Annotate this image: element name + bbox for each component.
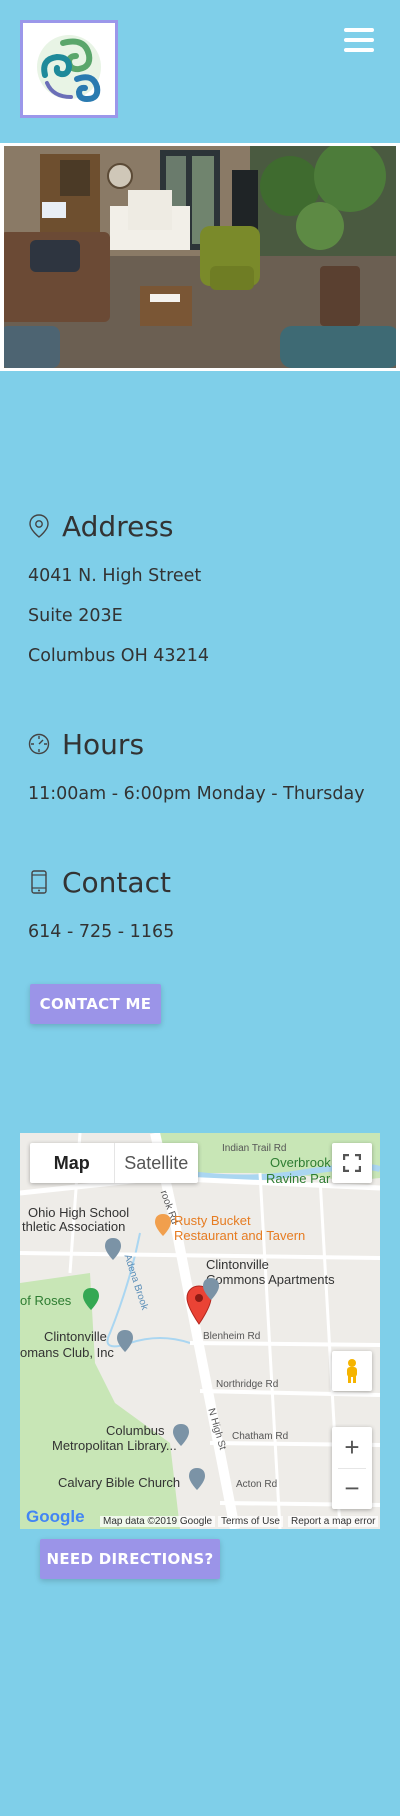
address-section: Address 4041 N. High Street Suite 203E C… — [28, 506, 209, 676]
church-pin-icon[interactable] — [188, 1467, 206, 1491]
contact-title: Contact — [62, 865, 171, 899]
map-label: Clintonville — [206, 1257, 269, 1272]
fullscreen-button[interactable] — [332, 1143, 372, 1183]
location-pin-icon — [29, 514, 49, 538]
address-line-3: Columbus OH 43214 — [28, 646, 209, 666]
photo-border-left — [0, 146, 4, 368]
zoom-in-button[interactable]: + — [332, 1428, 372, 1468]
poi-pin-icon[interactable] — [116, 1329, 134, 1353]
map-label: Chatham Rd — [232, 1431, 289, 1442]
street-view-pegman[interactable] — [332, 1351, 372, 1391]
clock-icon — [28, 733, 50, 755]
park-pin-icon[interactable] — [82, 1287, 100, 1311]
zoom-out-button[interactable]: − — [332, 1469, 372, 1509]
map-label: Northridge Rd — [216, 1379, 279, 1390]
map-label: Commons Apartments — [206, 1272, 335, 1287]
google-logo[interactable]: Google — [26, 1507, 85, 1527]
map-label: Ravine Par — [266, 1171, 331, 1186]
office-photo — [0, 143, 400, 371]
map-label: Acton Rd — [236, 1479, 278, 1490]
map-tab-map[interactable]: Map — [30, 1143, 114, 1183]
minus-icon: − — [344, 1473, 360, 1503]
map-label: Rusty Bucket — [174, 1213, 251, 1228]
address-line-2: Suite 203E — [28, 606, 123, 626]
mobile-phone-icon — [31, 870, 47, 894]
address-line-1: 4041 N. High Street — [28, 566, 202, 586]
fullscreen-icon — [343, 1154, 361, 1172]
map-label: Overbrook — [270, 1155, 331, 1170]
contact-me-button[interactable]: CONTACT ME — [30, 984, 161, 1024]
map-label: Clintonville — [44, 1329, 107, 1344]
contact-section: Contact 614 - 725 - 1165 — [28, 862, 174, 952]
google-map[interactable]: Map Satellite + − Indian Trail Rd Overbr… — [20, 1133, 380, 1529]
hours-heading: Hours — [28, 724, 365, 764]
contact-heading: Contact — [28, 862, 174, 902]
restaurant-pin-icon[interactable] — [154, 1213, 172, 1237]
need-directions-button[interactable]: NEED DIRECTIONS? — [40, 1539, 220, 1579]
plus-icon: + — [344, 1432, 360, 1462]
map-label: Columbus — [106, 1423, 165, 1438]
office-interior-image — [0, 146, 400, 368]
poi-pin-icon[interactable] — [202, 1277, 220, 1301]
map-label: of Roses — [20, 1293, 72, 1308]
library-pin-icon[interactable] — [172, 1423, 190, 1447]
map-label: omans Club, Inc — [20, 1345, 114, 1360]
photo-border-right — [396, 146, 400, 368]
map-type-control: Map Satellite — [30, 1143, 198, 1183]
spiral-logo-icon — [37, 35, 101, 103]
pegman-icon — [347, 1359, 357, 1383]
map-label: Ohio High School — [28, 1205, 130, 1220]
hamburger-menu-button[interactable] — [344, 28, 374, 52]
hours-title: Hours — [62, 727, 145, 761]
map-tab-satellite[interactable]: Satellite — [113, 1143, 199, 1183]
terms-of-use-link[interactable]: Terms of Use — [218, 1516, 283, 1527]
logo[interactable] — [20, 20, 118, 118]
address-title: Address — [62, 509, 174, 543]
map-label: Indian Trail Rd — [222, 1143, 287, 1154]
map-label: Metropolitan Library... — [52, 1438, 177, 1453]
contact-phone[interactable]: 614 - 725 - 1165 — [28, 912, 174, 952]
map-label: Blenheim Rd — [203, 1331, 261, 1342]
hours-section: Hours 11:00am - 6:00pm Monday - Thursday — [28, 724, 365, 814]
map-label: Calvary Bible Church — [58, 1475, 181, 1490]
map-data-attribution: Map data ©2019 Google — [100, 1516, 216, 1527]
site-header — [0, 0, 400, 140]
address-heading: Address — [28, 506, 209, 546]
map-label: Restaurant and Tavern — [174, 1228, 306, 1243]
report-map-error-link[interactable]: Report a map error — [288, 1516, 379, 1527]
map-label: thletic Association — [22, 1219, 126, 1234]
poi-pin-icon[interactable] — [104, 1237, 122, 1261]
zoom-controls: + − — [332, 1427, 372, 1509]
hours-line-1: 11:00am - 6:00pm Monday - Thursday — [28, 784, 365, 804]
